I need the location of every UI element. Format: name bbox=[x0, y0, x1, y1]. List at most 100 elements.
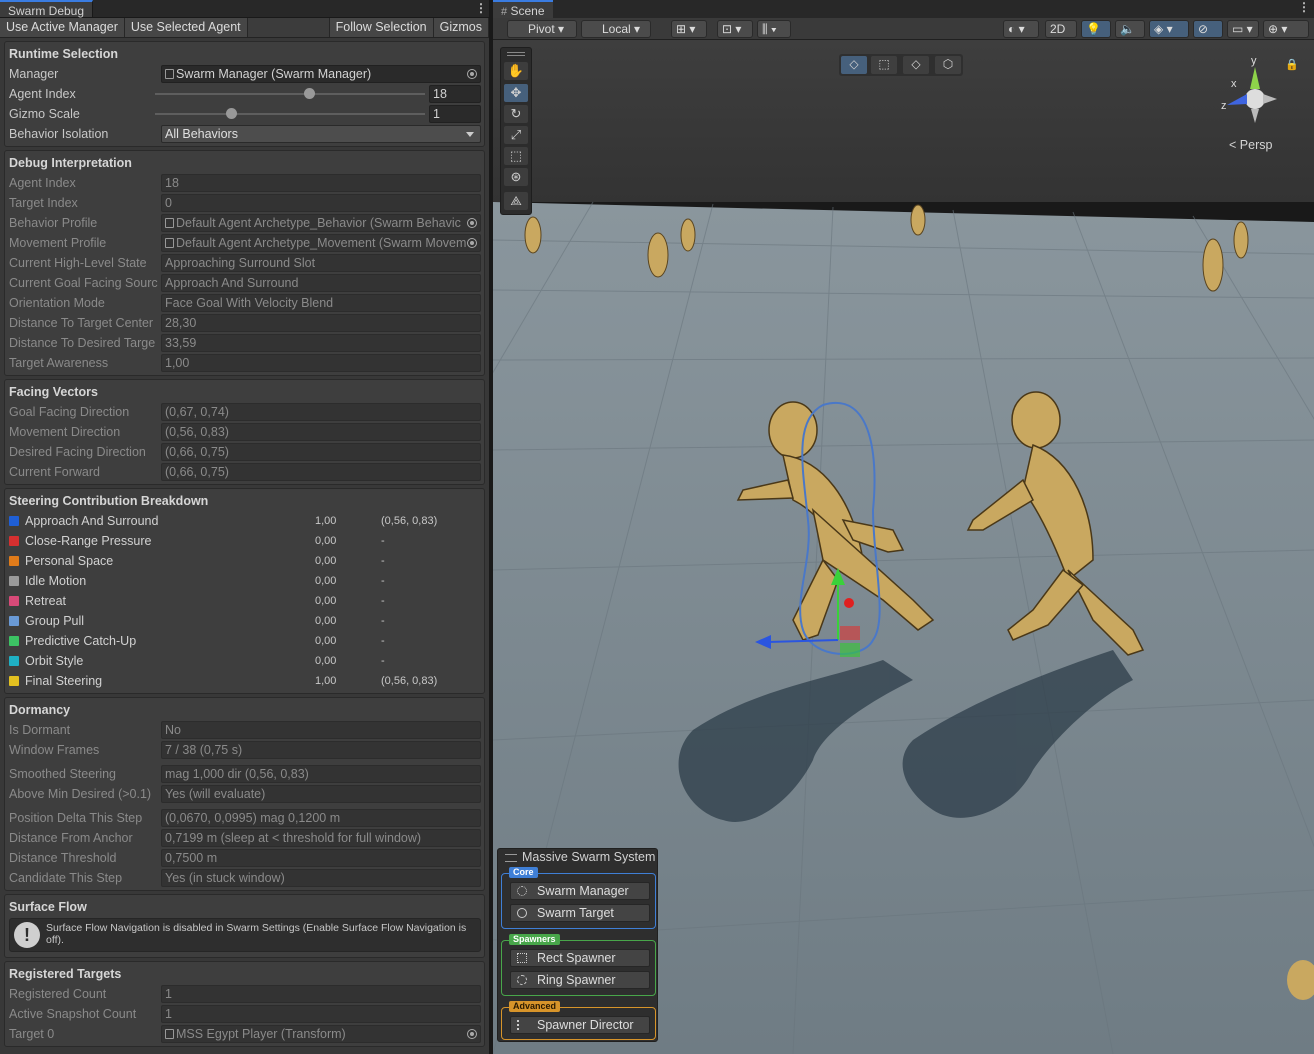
spawner-director-button[interactable]: Spawner Director bbox=[510, 1016, 650, 1034]
steering-direction: (0,56, 0,83) bbox=[381, 675, 438, 687]
swarm-debug-tab[interactable]: Swarm Debug bbox=[0, 0, 94, 18]
local-dropdown[interactable]: Local ▾ bbox=[581, 20, 651, 38]
field-label: Movement Profile bbox=[9, 236, 107, 250]
slider-track[interactable] bbox=[155, 108, 425, 119]
steering-name: Idle Motion bbox=[25, 574, 87, 588]
field-row: Smoothed Steering mag 1,000 dir (0,56, 0,… bbox=[9, 764, 481, 784]
rect-tool-icon[interactable]: ⬚ bbox=[504, 147, 528, 165]
draw-mode-icon[interactable]: ◐ ▾ bbox=[1003, 20, 1039, 38]
field-label: Current Goal Facing Sourc bbox=[9, 276, 158, 290]
rotate-tool-icon[interactable]: ↻ bbox=[504, 105, 528, 123]
gizmo-scale-label: Gizmo Scale bbox=[9, 107, 80, 121]
cube-view-icon[interactable]: ◇ bbox=[841, 56, 867, 74]
field-label: Distance From Anchor bbox=[9, 831, 133, 845]
slider-thumb[interactable] bbox=[225, 108, 237, 119]
ring-spawner-button[interactable]: Ring Spawner bbox=[510, 971, 650, 989]
use-active-manager-button[interactable]: Use Active Manager bbox=[0, 18, 125, 37]
behavior-isolation-dropdown[interactable]: All Behaviors bbox=[161, 125, 481, 143]
grid-snap-icon[interactable]: ⊞ ▾ bbox=[671, 20, 707, 38]
svg-text:x: x bbox=[1231, 78, 1237, 90]
field-label: Target Index bbox=[9, 196, 78, 210]
color-swatch bbox=[9, 656, 19, 666]
scene-viewport[interactable]: ✋ ✥ ↻ ⤢ ⬚ ⊛ ⟁ ◇ ⬚ ◇ ⬡ y x z 🔒 < Persp Ma… bbox=[493, 40, 1314, 1054]
collider-edit-icon[interactable]: ⬡ bbox=[935, 56, 961, 74]
steering-header: Steering Contribution Breakdown bbox=[9, 494, 209, 508]
agent-index-slider[interactable]: 18 bbox=[155, 85, 481, 103]
steering-direction: - bbox=[381, 535, 385, 547]
field-label: Position Delta This Step bbox=[9, 811, 143, 825]
rect-spawner-button[interactable]: Rect Spawner bbox=[510, 949, 650, 967]
advanced-group: Advanced Spawner Director bbox=[501, 1001, 656, 1040]
registered-count-field: 1 bbox=[161, 985, 481, 1003]
surface-flow-helpbox: ! Surface Flow Navigation is disabled in… bbox=[9, 918, 481, 952]
steering-weight: 1,00 bbox=[315, 675, 337, 687]
field-label: Current Forward bbox=[9, 465, 100, 479]
target0-label: Target 0 bbox=[9, 1027, 55, 1041]
follow-selection-button[interactable]: Follow Selection bbox=[328, 18, 434, 37]
object-picker-icon[interactable] bbox=[467, 238, 477, 248]
manager-field[interactable]: Swarm Manager (Swarm Manager) bbox=[161, 65, 481, 83]
field-value: Yes (in stuck window) bbox=[161, 869, 481, 887]
perspective-toggle[interactable]: < Persp bbox=[1229, 138, 1272, 152]
audio-icon[interactable]: 🔈 bbox=[1115, 20, 1145, 38]
color-swatch bbox=[9, 676, 19, 686]
field-value: 1,00 bbox=[161, 354, 481, 372]
rect-spawner-label: Rect Spawner bbox=[537, 951, 616, 965]
rect-edit-icon[interactable]: ⬚ bbox=[871, 56, 897, 74]
gizmo-scale-slider[interactable]: 1 bbox=[155, 105, 481, 123]
swarm-manager-label: Swarm Manager bbox=[537, 884, 629, 898]
transform-tool-icon[interactable]: ⊛ bbox=[504, 168, 528, 186]
swarm-system-title[interactable]: Massive Swarm System bbox=[498, 849, 657, 866]
drag-handle-icon[interactable] bbox=[507, 52, 525, 56]
field-label: Is Dormant bbox=[9, 723, 71, 737]
advanced-tag: Advanced bbox=[509, 1001, 561, 1012]
lighting-icon[interactable]: 💡 bbox=[1081, 20, 1111, 38]
swarm-target-label: Swarm Target bbox=[537, 906, 614, 920]
gizmos-button[interactable]: Gizmos bbox=[433, 18, 489, 37]
increment-snap-icon[interactable]: ⊡ ▾ bbox=[717, 20, 753, 38]
pivot-dropdown[interactable]: Pivot ▾ bbox=[507, 20, 577, 38]
2d-toggle[interactable]: 2D bbox=[1045, 20, 1077, 38]
scene-tab[interactable]: # Scene bbox=[493, 0, 553, 18]
component-tools: ◇ ⬚ ◇ ⬡ bbox=[839, 54, 963, 76]
slider-track[interactable] bbox=[155, 88, 425, 99]
field-row: Movement Direction (0,56, 0,83) bbox=[9, 422, 481, 442]
hand-tool-icon[interactable]: ✋ bbox=[504, 62, 528, 80]
lock-icon[interactable]: 🔒 bbox=[1285, 58, 1299, 71]
move-tool-icon[interactable]: ✥ bbox=[504, 84, 528, 102]
ring-spawner-icon bbox=[517, 975, 527, 985]
runtime-selection-header: Runtime Selection bbox=[9, 47, 119, 61]
object-picker-icon[interactable] bbox=[467, 69, 477, 79]
gizmos-icon[interactable]: ⊕ ▾ bbox=[1263, 20, 1309, 38]
agent-index-input[interactable]: 18 bbox=[429, 85, 481, 103]
scene-menu-icon[interactable]: ⋮ bbox=[1298, 0, 1310, 14]
object-picker-icon[interactable] bbox=[467, 218, 477, 228]
manager-value: Swarm Manager (Swarm Manager) bbox=[176, 67, 372, 81]
camera-icon[interactable]: ▭ ▾ bbox=[1227, 20, 1259, 38]
swarm-target-button[interactable]: Swarm Target bbox=[510, 904, 650, 922]
custom-tool-icon[interactable]: ⟁ bbox=[504, 192, 528, 210]
field-label: Goal Facing Direction bbox=[9, 405, 130, 419]
steering-weight: 0,00 bbox=[315, 615, 337, 627]
swarm-manager-button[interactable]: Swarm Manager bbox=[510, 882, 650, 900]
slider-thumb[interactable] bbox=[303, 88, 315, 99]
visibility-icon[interactable]: ⊘ bbox=[1193, 20, 1223, 38]
box-edit-icon[interactable]: ◇ bbox=[903, 56, 929, 74]
field-label: Movement Direction bbox=[9, 425, 121, 439]
spawner-director-label: Spawner Director bbox=[537, 1018, 634, 1032]
steering-direction: - bbox=[381, 615, 385, 627]
field-text: Default Agent Archetype_Movement (Swarm … bbox=[176, 236, 467, 250]
core-group: Core Swarm Manager Swarm Target bbox=[501, 867, 656, 929]
surface-flow-header: Surface Flow bbox=[9, 900, 87, 914]
panel-menu-icon[interactable]: ⋮ bbox=[473, 0, 489, 17]
effects-icon[interactable]: ◈ ▾ bbox=[1149, 20, 1189, 38]
debug-interpretation-section: Debug Interpretation Agent Index 18 Target… bbox=[4, 150, 485, 376]
local-label: Local bbox=[602, 22, 631, 36]
use-selected-agent-button[interactable]: Use Selected Agent bbox=[124, 18, 248, 37]
field-row: Agent Index 18 bbox=[9, 173, 481, 193]
gizmo-scale-input[interactable]: 1 bbox=[429, 105, 481, 123]
scale-tool-icon[interactable]: ⤢ bbox=[504, 126, 528, 144]
field-label: Distance To Target Center bbox=[9, 316, 154, 330]
steering-direction: - bbox=[381, 555, 385, 567]
align-icon[interactable]: ⫼ ▾ bbox=[757, 20, 791, 38]
